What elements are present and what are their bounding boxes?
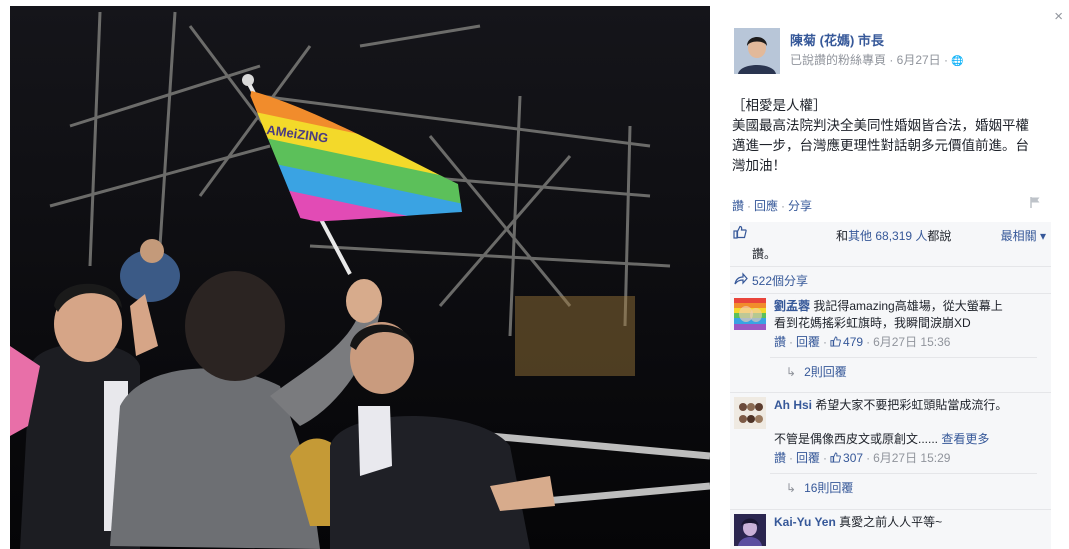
report-flag-icon[interactable] bbox=[1029, 196, 1041, 208]
separator-dot: · bbox=[823, 451, 828, 465]
comment-text: 真愛之前人人平等~ bbox=[839, 515, 943, 529]
comment-like-count[interactable]: 479 bbox=[843, 335, 863, 349]
comment-text: 不管是偶像西皮文或原創文...... bbox=[774, 432, 942, 446]
commenter-avatar[interactable] bbox=[734, 298, 766, 330]
view-replies-link[interactable]: ↳ 16則回覆 bbox=[770, 473, 1037, 505]
comment-meta: 讚 · 回覆 · 307 · 6月27日 15:29 bbox=[774, 450, 1045, 467]
comment-text: 我記得amazing高雄場，從大螢幕上 bbox=[813, 299, 1003, 313]
page-name[interactable]: 陳菊 (花媽) 市長 bbox=[790, 30, 884, 49]
page-avatar[interactable] bbox=[734, 28, 780, 74]
comment-time[interactable]: 6月27日 15:36 bbox=[873, 335, 950, 349]
feedback-section: 和其他 68,319 人都說 讚。 最相關 ▾ 522個分享 劉孟蓉 我記得am… bbox=[730, 222, 1051, 549]
likes-tail: 讚。 bbox=[752, 247, 777, 261]
commenter-avatar[interactable] bbox=[734, 397, 766, 429]
likes-summary: 和其他 68,319 人都說 讚。 最相關 ▾ bbox=[730, 222, 1051, 267]
view-replies-link[interactable]: ↳ 2則回覆 bbox=[770, 357, 1037, 389]
photo-image: AMeiZING bbox=[10, 6, 710, 549]
reply-action[interactable]: 回應 bbox=[754, 199, 778, 213]
close-icon[interactable]: × bbox=[1054, 8, 1063, 25]
separator-dot: · bbox=[823, 335, 828, 349]
post-actions: 讚 · 回應 · 分享 bbox=[732, 197, 812, 214]
replies-count: 2則回覆 bbox=[804, 365, 847, 379]
separator-dot: · bbox=[866, 335, 871, 349]
post-meta: 已說讚的粉絲專頁 · 6月27日 · 🌐 bbox=[790, 51, 964, 68]
reply-arrow-icon: ↳ bbox=[786, 365, 797, 379]
replies-count: 16則回覆 bbox=[804, 481, 854, 495]
comment-text: 希望大家不要把彩虹頭貼當成流行。 bbox=[815, 398, 1008, 412]
likes-suffix: 都說 bbox=[927, 229, 952, 243]
reply-arrow-icon: ↳ bbox=[786, 481, 797, 495]
likes-prefix: 和 bbox=[836, 229, 849, 243]
post-text-line: 邁進一步，台灣應更理性對話朝多元價值前進。台 bbox=[732, 138, 1029, 153]
like-action[interactable]: 讚 bbox=[732, 199, 744, 213]
post-meta-text: 已說讚的粉絲專頁 · 6月27日 · bbox=[790, 53, 952, 67]
separator-dot: · bbox=[781, 199, 786, 213]
flag-pole-tip bbox=[242, 74, 254, 86]
likes-count-link[interactable]: 其他 68,319 人 bbox=[848, 229, 927, 243]
photo-viewer[interactable]: AMeiZING bbox=[10, 6, 710, 549]
comment-author[interactable]: Kai-Yu Yen bbox=[774, 515, 836, 529]
post-panel: × 陳菊 (花媽) 市長 已說讚的粉絲專頁 · 6月27日 · 🌐 ［相愛是人權… bbox=[710, 6, 1069, 549]
comment-item: 劉孟蓉 我記得amazing高雄場，從大螢幕上 看到花媽搖彩虹旗時，我瞬間淚崩X… bbox=[730, 294, 1051, 393]
share-action[interactable]: 分享 bbox=[788, 199, 812, 213]
post-text-line: 灣加油！ bbox=[732, 158, 786, 173]
share-icon bbox=[734, 272, 748, 285]
separator-dot: · bbox=[789, 335, 794, 349]
comment-author[interactable]: 劉孟蓉 bbox=[774, 299, 810, 313]
comment-text bbox=[774, 414, 1045, 431]
post-text: ［相愛是人權］ 美國最高法院判決全美同性婚姻皆合法，婚姻平權 邁進一步，台灣應更… bbox=[732, 96, 1050, 176]
stage-glow bbox=[515, 296, 635, 376]
comment-like-count[interactable]: 307 bbox=[843, 451, 863, 465]
comment-item: Ah Hsi 希望大家不要把彩虹頭貼當成流行。 不管是偶像西皮文或原創文....… bbox=[730, 393, 1051, 510]
comment-meta: 讚 · 回覆 · 479 · 6月27日 15:36 bbox=[774, 334, 1045, 351]
see-more-link[interactable]: 查看更多 bbox=[941, 432, 989, 446]
post-text-line: 美國最高法院判決全美同性婚姻皆合法，婚姻平權 bbox=[732, 118, 1029, 133]
comment-reply-link[interactable]: 回覆 bbox=[796, 451, 820, 465]
thumbs-up-icon bbox=[830, 336, 841, 347]
comment-author[interactable]: Ah Hsi bbox=[774, 398, 812, 412]
thumbs-up-icon bbox=[830, 452, 841, 463]
comment-item: Kai-Yu Yen 真愛之前人人平等~ bbox=[730, 510, 1051, 549]
shares-summary: 522個分享 bbox=[730, 267, 1051, 294]
likes-text: 和其他 68,319 人都說 bbox=[836, 227, 951, 244]
comment-like-link[interactable]: 讚 bbox=[774, 335, 786, 349]
separator-dot: · bbox=[866, 451, 871, 465]
comment-time[interactable]: 6月27日 15:29 bbox=[873, 451, 950, 465]
globe-icon: 🌐 bbox=[951, 56, 964, 67]
separator-dot: · bbox=[789, 451, 794, 465]
post-text-line: ［相愛是人權］ bbox=[732, 98, 827, 113]
thumbs-up-icon bbox=[733, 225, 747, 239]
separator-dot: · bbox=[747, 199, 752, 213]
commenter-avatar[interactable] bbox=[734, 514, 766, 546]
comment-text: 看到花媽搖彩虹旗時，我瞬間淚崩XD bbox=[774, 316, 971, 330]
sort-dropdown[interactable]: 最相關 ▾ bbox=[1001, 227, 1046, 244]
shares-count-link[interactable]: 522個分享 bbox=[752, 272, 808, 289]
comment-reply-link[interactable]: 回覆 bbox=[796, 335, 820, 349]
comment-like-link[interactable]: 讚 bbox=[774, 451, 786, 465]
